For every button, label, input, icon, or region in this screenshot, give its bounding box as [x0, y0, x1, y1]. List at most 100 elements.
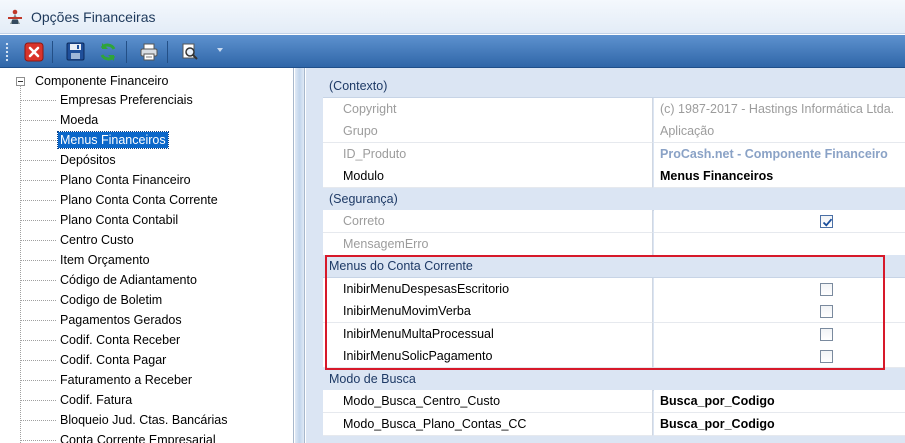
property-value[interactable] [654, 322, 905, 346]
property-value[interactable] [654, 210, 905, 233]
property-row[interactable]: Grupo Aplicação [306, 120, 905, 143]
property-name: InibirMenuMultaProcessual [323, 322, 653, 346]
property-name: MensagemErro [323, 232, 653, 256]
refresh-button[interactable] [96, 40, 120, 63]
tree-connector [20, 180, 56, 181]
tree-connector [20, 340, 56, 341]
property-row[interactable]: InibirMenuMovimVerba [306, 300, 905, 323]
property-name: InibirMenuMovimVerba [323, 300, 653, 323]
property-name: InibirMenuSolicPagamento [323, 345, 653, 368]
tree-item-label: Item Orçamento [60, 253, 150, 267]
property-value[interactable]: Busca_por_Codigo [654, 412, 905, 436]
property-row[interactable]: InibirMenuMultaProcessual [306, 322, 905, 346]
category-row[interactable]: Menus do Conta Corrente [306, 255, 905, 278]
tree-item[interactable]: Plano Conta Conta Corrente [20, 190, 290, 210]
category-row[interactable]: (Segurança) [306, 187, 905, 211]
search-button[interactable] [178, 40, 202, 63]
property-value[interactable] [654, 277, 905, 301]
close-button[interactable] [22, 40, 46, 63]
tree-item[interactable]: Codif. Conta Receber [20, 330, 290, 350]
tree-root[interactable]: Componente Financeiro [16, 72, 168, 90]
tree-connector [20, 320, 56, 321]
tree-item[interactable]: Centro Custo [20, 230, 290, 250]
checkbox-unchecked-icon[interactable] [820, 305, 833, 318]
tree-item[interactable]: Item Orçamento [20, 250, 290, 270]
property-row[interactable]: Correto [306, 210, 905, 233]
property-value[interactable] [654, 345, 905, 368]
row-margin [306, 277, 323, 301]
save-button[interactable] [63, 40, 87, 63]
tree-item[interactable]: Faturamento a Receber [20, 370, 290, 390]
search-dropdown-arrow[interactable] [217, 48, 223, 52]
property-name: Modulo [323, 165, 653, 188]
tree-connector [20, 220, 56, 221]
property-value[interactable]: ProCash.net - Componente Financeiro [654, 142, 905, 166]
row-margin [306, 97, 323, 121]
tree-item[interactable]: Bloqueio Jud. Ctas. Bancárias [20, 410, 290, 430]
title-bar: Opções Financeiras [0, 0, 905, 34]
property-row[interactable]: Modo_Busca_Plano_Contas_CC Busca_por_Codi… [306, 412, 905, 436]
row-margin [306, 300, 323, 323]
tree-item[interactable]: Plano Conta Contabil [20, 210, 290, 230]
row-margin [306, 187, 323, 211]
tree-item[interactable]: Depósitos [20, 150, 290, 170]
property-value[interactable] [654, 232, 905, 256]
save-icon [66, 42, 84, 61]
app-icon [8, 9, 22, 24]
property-name: Modo_Busca_Plano_Contas_CC [323, 412, 653, 436]
property-row[interactable]: ID_Produto ProCash.net - Componente Finan… [306, 142, 905, 166]
property-value[interactable]: (c) 1987-2017 - Hastings Informática Ltd… [654, 97, 905, 121]
tree-item-label: Pagamentos Gerados [60, 313, 182, 327]
property-row[interactable]: InibirMenuDespesasEscritorio [306, 277, 905, 301]
property-name: Modo_Busca_Centro_Custo [323, 390, 653, 413]
row-margin [306, 142, 323, 166]
row-margin [306, 322, 323, 346]
tree-item[interactable]: Codigo de Boletim [20, 290, 290, 310]
tree-item[interactable]: Plano Conta Financeiro [20, 170, 290, 190]
property-row[interactable]: Copyright (c) 1987-2017 - Hastings Inform… [306, 97, 905, 121]
property-value[interactable]: Busca_por_Codigo [654, 390, 905, 413]
tree-item[interactable]: Moeda [20, 110, 290, 130]
tree-item[interactable]: Menus Financeiros [20, 130, 290, 150]
tree-connector [20, 100, 56, 101]
tree-connector [20, 420, 56, 421]
tree-item-label: Depósitos [60, 153, 116, 167]
property-row[interactable]: Modo_Busca_Centro_Custo Busca_por_Codigo [306, 390, 905, 413]
row-margin [306, 390, 323, 413]
tree-item-label: Empresas Preferenciais [60, 93, 193, 107]
property-value[interactable] [654, 300, 905, 323]
row-margin [306, 165, 323, 188]
checkbox-unchecked-icon[interactable] [820, 350, 833, 363]
category-label: (Contexto) [323, 75, 905, 98]
row-margin [306, 345, 323, 368]
tree-item[interactable]: Pagamentos Gerados [20, 310, 290, 330]
tree-item-label: Codigo de Boletim [60, 293, 163, 307]
property-name: ID_Produto [323, 142, 653, 166]
category-row[interactable]: (Contexto) [306, 75, 905, 98]
checkbox-unchecked-icon[interactable] [820, 282, 833, 296]
row-margin [306, 232, 323, 256]
close-icon [24, 42, 44, 61]
property-value[interactable]: Aplicação [654, 120, 905, 143]
tree-item[interactable]: Codif. Fatura [20, 390, 290, 410]
tree-connector [20, 400, 56, 401]
property-row[interactable]: Modulo Menus Financeiros [306, 165, 905, 188]
tree-item[interactable]: Empresas Preferenciais [20, 90, 290, 110]
tree-item[interactable]: Codif. Conta Pagar [20, 350, 290, 370]
tree-item[interactable]: Código de Adiantamento [20, 270, 290, 290]
checkbox-checked-icon[interactable] [820, 215, 833, 228]
checkbox-unchecked-icon[interactable] [820, 327, 833, 341]
property-value[interactable]: Menus Financeiros [654, 165, 905, 188]
tree-item[interactable]: Conta Corrente Empresarial [20, 430, 290, 443]
toolbar-grip[interactable] [5, 42, 9, 62]
tree-item-label: Codif. Conta Pagar [60, 353, 167, 367]
tree-connector [20, 380, 56, 381]
print-button[interactable] [137, 40, 161, 63]
tree-item-label: Plano Conta Financeiro [60, 173, 191, 187]
tree-item-label: Codif. Fatura [60, 393, 133, 407]
property-row[interactable]: MensagemErro [306, 232, 905, 256]
tree-view: Componente Financeiro Empresas Preferenc… [0, 68, 294, 443]
property-row[interactable]: InibirMenuSolicPagamento [306, 345, 905, 368]
category-row[interactable]: Modo de Busca [306, 367, 905, 391]
panel-splitter[interactable] [295, 68, 305, 443]
